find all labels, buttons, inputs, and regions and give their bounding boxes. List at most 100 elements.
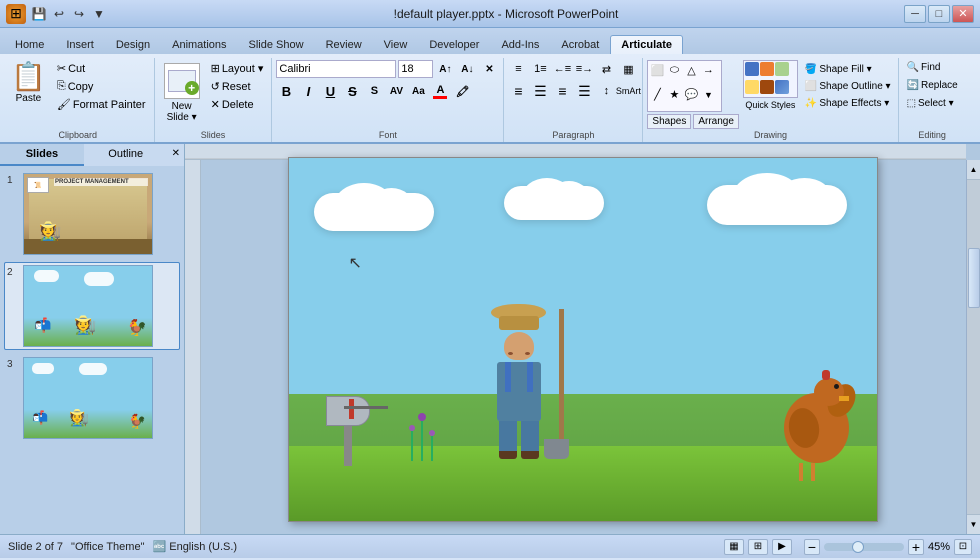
vscroll[interactable]: ▲ ▼ — [966, 160, 980, 534]
zoom-slider[interactable] — [824, 543, 904, 551]
justify-btn[interactable]: ☰ — [574, 82, 594, 100]
scroll-thumb[interactable] — [968, 248, 980, 308]
quick-styles-label[interactable]: Quick Styles — [743, 100, 798, 110]
shape-oval[interactable]: ⬭ — [666, 62, 682, 78]
zoom-out-btn[interactable]: − — [804, 539, 820, 555]
format-painter-button[interactable]: 🖌 Format Painter — [53, 96, 150, 113]
fit-slide-btn[interactable]: ⊡ — [954, 539, 972, 555]
shapes-button[interactable]: Shapes — [647, 114, 691, 129]
font-name-input[interactable] — [276, 60, 396, 78]
office-button[interactable]: ⊞ — [6, 4, 26, 24]
strikethrough-btn[interactable]: S — [342, 82, 362, 100]
tab-review[interactable]: Review — [315, 35, 373, 54]
tab-view[interactable]: View — [373, 35, 419, 54]
bullets-btn[interactable]: ≡ — [508, 60, 528, 78]
indent-decrease-btn[interactable]: ←≡ — [552, 60, 572, 78]
arrange-button[interactable]: Arrange — [693, 114, 739, 129]
qs-4[interactable] — [745, 80, 759, 94]
layout-button[interactable]: ⊞ Layout ▾ — [207, 60, 268, 77]
minimize-btn[interactable]: ─ — [904, 5, 926, 23]
bold-btn[interactable]: B — [276, 82, 296, 100]
numbering-btn[interactable]: 1≡ — [530, 60, 550, 78]
qs-1[interactable] — [745, 62, 759, 76]
underline-btn[interactable]: U — [320, 82, 340, 100]
tab-slideshow[interactable]: Slide Show — [238, 35, 315, 54]
font-size-input[interactable] — [398, 60, 433, 78]
qs-5[interactable] — [760, 80, 774, 94]
tab-addins[interactable]: Add-Ins — [490, 35, 550, 54]
normal-view-btn[interactable]: ▦ — [724, 539, 744, 555]
shadow-btn[interactable]: S — [364, 82, 384, 100]
save-quick-btn[interactable]: 💾 — [30, 5, 48, 23]
redo-btn[interactable]: ↪ — [70, 5, 88, 23]
highlight-btn[interactable]: 🖍 — [452, 82, 472, 100]
font-color-btn[interactable]: A — [430, 82, 450, 100]
tab-articulate[interactable]: Articulate — [610, 35, 683, 54]
shape-callout[interactable]: 💬 — [683, 87, 699, 103]
maximize-btn[interactable]: □ — [928, 5, 950, 23]
qs-6[interactable] — [775, 80, 789, 94]
tab-animations[interactable]: Animations — [161, 35, 237, 54]
align-center-btn[interactable]: ☰ — [530, 82, 550, 100]
slideshow-btn[interactable]: ▶ — [772, 539, 792, 555]
tab-insert[interactable]: Insert — [55, 35, 105, 54]
change-case-btn[interactable]: Aa — [408, 82, 428, 100]
indent-increase-btn[interactable]: ≡→ — [574, 60, 594, 78]
layout-label: Layout ▾ — [222, 62, 264, 75]
decrease-font-btn[interactable]: A↓ — [457, 60, 477, 78]
delete-button[interactable]: ✕ Delete — [207, 96, 268, 113]
shape-rect[interactable]: ⬜ — [649, 62, 665, 78]
align-right-btn[interactable]: ≡ — [552, 82, 572, 100]
tab-home[interactable]: Home — [4, 35, 55, 54]
shape-arrow[interactable]: → — [700, 62, 716, 78]
quick-styles-palette[interactable] — [743, 60, 798, 98]
rtl-btn[interactable]: ⇄ — [596, 60, 616, 78]
shapes-palette[interactable]: ⬜ ⬭ △ → ╱ ★ 💬 ▼ — [647, 60, 722, 112]
tab-acrobat[interactable]: Acrobat — [550, 35, 610, 54]
tab-developer[interactable]: Developer — [418, 35, 490, 54]
close-btn[interactable]: ✕ — [952, 5, 974, 23]
clear-format-btn[interactable]: ✕ — [479, 60, 499, 78]
replace-button[interactable]: 🔄 Replace — [903, 78, 962, 93]
scroll-down-btn[interactable]: ▼ — [967, 514, 980, 534]
scroll-up-btn[interactable]: ▲ — [967, 160, 980, 180]
increase-font-btn[interactable]: A↑ — [435, 60, 455, 78]
shape-line[interactable]: ╱ — [649, 87, 665, 103]
slide-canvas[interactable]: ↖ — [288, 157, 878, 522]
reset-button[interactable]: ↺ Reset — [207, 78, 268, 95]
canvas-area[interactable]: ↖ ▲ ▼ — [185, 144, 980, 534]
slide-sorter-btn[interactable]: ⊞ — [748, 539, 768, 555]
shape-triangle[interactable]: △ — [683, 62, 699, 78]
spacing-btn[interactable]: AV — [386, 82, 406, 100]
qs-2[interactable] — [760, 62, 774, 76]
tab-design[interactable]: Design — [105, 35, 161, 54]
zoom-in-btn[interactable]: + — [908, 539, 924, 555]
zoom-thumb[interactable] — [852, 541, 864, 553]
slide-thumb-1[interactable]: 1 📜 PROJECT MANAGEMENT 🧑‍🌾 — [4, 170, 180, 258]
columns-btn[interactable]: ▦ — [618, 60, 638, 78]
shape-more[interactable]: ▼ — [700, 87, 716, 103]
customize-qa-btn[interactable]: ▼ — [90, 5, 108, 23]
shape-fill-btn[interactable]: 🪣 Shape Fill ▾ — [802, 62, 894, 77]
scroll-track[interactable] — [967, 180, 980, 514]
find-button[interactable]: 🔍 Find — [903, 60, 945, 75]
italic-btn[interactable]: I — [298, 82, 318, 100]
sidebar-close-btn[interactable]: ✕ — [168, 144, 184, 166]
sidebar-tab-slides[interactable]: Slides — [0, 144, 84, 166]
paste-button[interactable]: 📋 Paste — [6, 60, 51, 107]
shape-effects-btn[interactable]: ✨ Shape Effects ▾ — [802, 96, 894, 111]
undo-btn[interactable]: ↩ — [50, 5, 68, 23]
select-button[interactable]: ⬚ Select ▾ — [903, 96, 958, 111]
slide-thumb-3[interactable]: 3 📬 🧑‍🌾 🐓 — [4, 354, 180, 442]
align-left-btn[interactable]: ≡ — [508, 82, 528, 100]
sidebar-tab-outline[interactable]: Outline — [84, 144, 168, 166]
line-spacing-btn[interactable]: ↕ — [596, 82, 616, 100]
cut-button[interactable]: ✂ Cut — [53, 60, 150, 77]
convert-smartart-btn[interactable]: SmArt — [618, 82, 638, 100]
slide-thumb-2[interactable]: 2 📬 🧑‍🌾 🐓 — [4, 262, 180, 350]
shape-outline-btn[interactable]: ⬜ Shape Outline ▾ — [802, 79, 894, 94]
shape-star[interactable]: ★ — [666, 87, 682, 103]
copy-button[interactable]: ⎘ Copy — [53, 78, 150, 95]
qs-3[interactable] — [775, 62, 789, 76]
new-slide-button[interactable]: + NewSlide ▾ — [159, 60, 205, 126]
